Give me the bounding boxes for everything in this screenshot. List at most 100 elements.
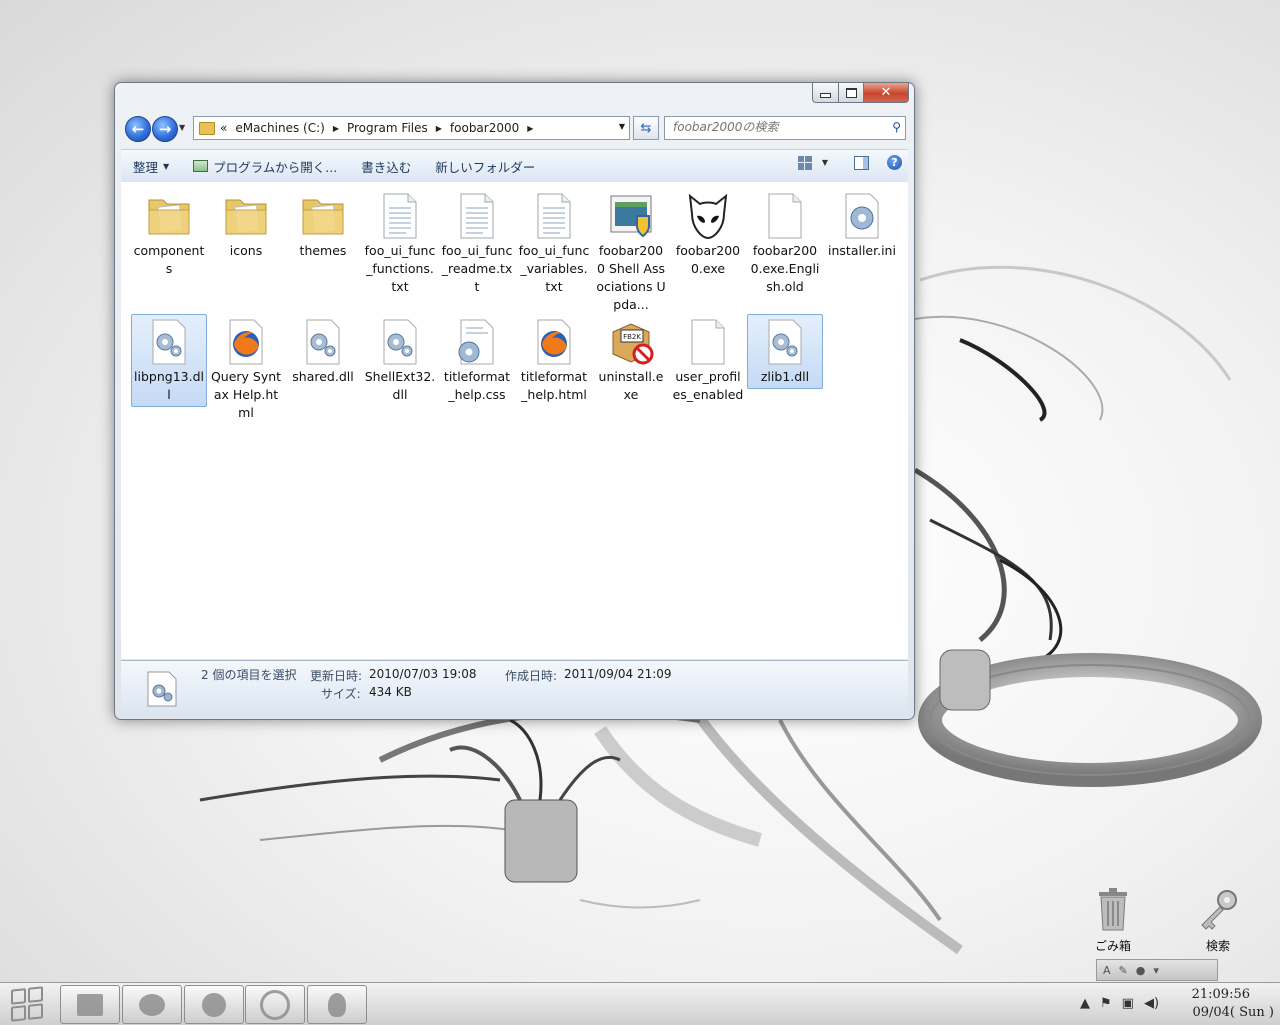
breadcrumb-drive[interactable]: eMachines (C:) <box>235 121 324 135</box>
file-item[interactable]: shared.dll <box>285 314 361 389</box>
firefox-icon <box>202 992 226 1017</box>
file-item[interactable]: installer.ini <box>824 188 900 263</box>
file-item[interactable]: titleformat_help.css <box>439 314 515 407</box>
view-options-chevron-icon[interactable]: ▼ <box>822 158 828 167</box>
navigation-bar: ← → ▼ « eMachines (C:) ▶ Program Files ▶… <box>123 115 906 143</box>
address-overflow[interactable]: « <box>220 121 227 135</box>
file-item[interactable]: foo_ui_func_readme.txt <box>439 188 515 299</box>
text-file-icon <box>453 192 501 240</box>
notification-area: ▲ ⚑ ▣ ◀) 21:09:56 09/04( Sun ) <box>1080 983 1280 1025</box>
action-center-flag-icon[interactable]: ⚑ <box>1100 996 1112 1011</box>
breadcrumb-arrow-icon[interactable]: ▶ <box>527 124 533 133</box>
kana-mode-icon[interactable]: ▾ <box>1153 964 1159 977</box>
dll-file-icon <box>145 318 193 366</box>
burn-label: 書き込む <box>361 159 412 175</box>
start-button[interactable] <box>3 985 51 1023</box>
refresh-button[interactable]: ⇆ <box>633 116 659 140</box>
folder-icon <box>145 192 193 240</box>
command-bar: 整理 ▼ プログラムから開く... 書き込む 新しいフォルダー ▼ ? <box>121 149 908 183</box>
windows-logo-icon <box>11 986 43 1022</box>
recycle-bin-icon <box>1099 888 1127 931</box>
file-item[interactable]: ShellExt32.dll <box>362 314 438 407</box>
taskbar-explorer-button[interactable] <box>60 985 120 1024</box>
taskbar-foobar-button[interactable] <box>307 985 367 1024</box>
clock-date[interactable]: 09/04( Sun ) <box>1192 1005 1274 1020</box>
search-icon[interactable]: ⚲ <box>892 120 901 134</box>
created-value: 2011/09/04 21:09 <box>564 667 672 681</box>
chevron-down-icon: ▼ <box>163 161 170 171</box>
taskbar-refresh-app-button[interactable] <box>245 985 305 1024</box>
file-item[interactable]: foo_ui_func_functions.txt <box>362 188 438 299</box>
maximize-button[interactable] <box>839 83 864 103</box>
forward-button[interactable]: → <box>152 116 178 142</box>
breadcrumb-foobar2000[interactable]: foobar2000 <box>450 121 519 135</box>
blank-file-icon <box>684 318 732 366</box>
dll-file-icon <box>299 318 347 366</box>
recent-pages-dropdown[interactable]: ▼ <box>179 123 185 132</box>
new-folder-label: 新しいフォルダー <box>435 159 536 175</box>
modified-value: 2010/07/03 19:08 <box>369 667 477 681</box>
file-item[interactable]: icons <box>208 188 284 263</box>
tools-icon[interactable]: ✎ <box>1119 964 1128 977</box>
file-item[interactable]: user_profiles_enabled <box>670 314 746 407</box>
file-item[interactable]: zlib1.dll <box>747 314 823 389</box>
taskbar-firefox-button[interactable] <box>184 985 244 1024</box>
file-name: foo_ui_func_variables.txt <box>518 243 590 294</box>
key-icon <box>1201 890 1237 930</box>
key-shortcut-label: 検索 <box>1205 939 1230 953</box>
settings-file-icon <box>838 192 886 240</box>
file-item[interactable]: Query Syntax Help.html <box>208 314 284 425</box>
key-shortcut[interactable]: 検索 <box>1188 888 1248 954</box>
burn-button[interactable]: 書き込む <box>349 157 423 176</box>
file-item[interactable]: components <box>131 188 207 281</box>
show-hidden-icons-icon[interactable]: ▲ <box>1080 996 1090 1011</box>
explorer-folder-icon <box>77 993 103 1016</box>
taskbar-app-button[interactable] <box>122 985 182 1024</box>
dll-file-icon <box>761 318 809 366</box>
file-name: components <box>133 243 205 276</box>
foobar-alien-icon <box>328 992 346 1017</box>
breadcrumb-program-files[interactable]: Program Files <box>347 121 428 135</box>
window-caption-buttons: ✕ <box>812 83 909 103</box>
back-button[interactable]: ← <box>125 116 151 142</box>
organize-button[interactable]: 整理 ▼ <box>121 157 181 176</box>
ime-pad-icon[interactable]: ● <box>1136 964 1146 977</box>
file-item[interactable]: libpng13.dll <box>131 314 207 407</box>
address-dropdown-icon[interactable]: ▼ <box>619 122 625 131</box>
change-view-icon[interactable] <box>797 155 812 170</box>
file-item[interactable]: foobar2000.exe <box>670 188 746 281</box>
file-item[interactable]: titleformat_help.html <box>516 314 592 407</box>
refresh-icon: ⇆ <box>640 120 652 136</box>
file-name: zlib1.dll <box>760 369 810 384</box>
help-icon[interactable]: ? <box>887 155 902 170</box>
network-icon[interactable]: ▣ <box>1122 996 1134 1011</box>
address-bar[interactable]: « eMachines (C:) ▶ Program Files ▶ fooba… <box>193 116 630 140</box>
breadcrumb-arrow-icon[interactable]: ▶ <box>436 124 442 133</box>
file-item[interactable]: foobar2000.exe.English.old <box>747 188 823 299</box>
file-list: components icons themes foo_ui_func_functio… <box>121 182 908 659</box>
file-item[interactable]: foobar2000 Shell Associations Upda... <box>593 188 669 317</box>
modified-label: 更新日時: <box>310 669 363 683</box>
file-name: foobar2000.exe.English.old <box>750 243 820 294</box>
open-with-button[interactable]: プログラムから開く... <box>181 157 349 176</box>
search-input[interactable] <box>665 117 873 137</box>
file-item[interactable]: FB2K uninstall.exe <box>593 314 669 407</box>
back-arrow-icon: ← <box>131 120 145 138</box>
breadcrumb-arrow-icon[interactable]: ▶ <box>333 124 339 133</box>
recycle-bin-shortcut[interactable]: ごみ箱 <box>1083 888 1143 954</box>
new-folder-button[interactable]: 新しいフォルダー <box>423 157 547 176</box>
input-mode-icon[interactable]: A <box>1103 964 1111 977</box>
clock-time[interactable]: 21:09:56 <box>1192 987 1250 1002</box>
size-value: 434 KB <box>369 685 412 699</box>
language-bar[interactable]: A ✎ ● ▾ <box>1096 959 1218 981</box>
close-button[interactable]: ✕ <box>864 83 909 103</box>
preview-pane-icon[interactable] <box>854 155 869 170</box>
recycle-bin-label: ごみ箱 <box>1094 939 1131 953</box>
file-item[interactable]: themes <box>285 188 361 263</box>
search-box[interactable]: ⚲ <box>664 116 906 140</box>
file-item[interactable]: foo_ui_func_variables.txt <box>516 188 592 299</box>
minimize-button[interactable] <box>812 83 839 103</box>
file-name: foo_ui_func_readme.txt <box>441 243 513 294</box>
volume-icon[interactable]: ◀) <box>1144 996 1159 1011</box>
file-name: ShellExt32.dll <box>364 369 436 402</box>
